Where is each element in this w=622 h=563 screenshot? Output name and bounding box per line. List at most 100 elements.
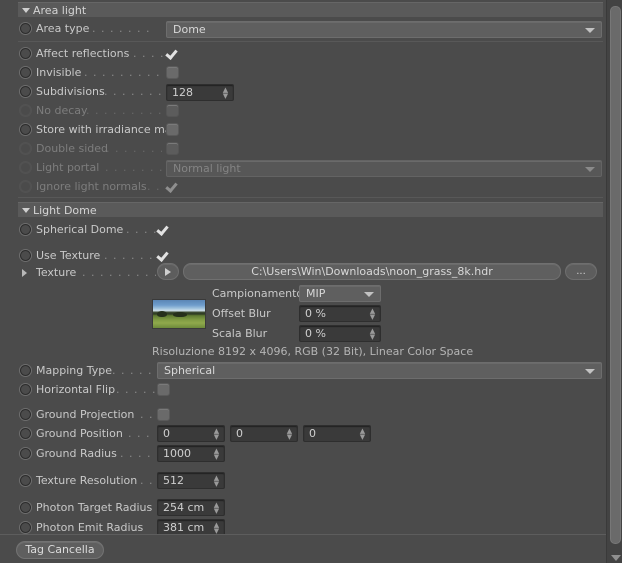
browse-label: ...	[576, 266, 586, 277]
dots-texture: . . . . . . . . . . . .	[82, 266, 156, 279]
input-ground-radius-value: 1000	[163, 447, 191, 460]
dots-double-sided: . . . . . . . . . .	[106, 142, 162, 155]
browse-texture-button[interactable]: ...	[565, 263, 597, 280]
checkbox-store-with-irradiance-map[interactable]	[166, 123, 179, 136]
spinner-ground-position-x[interactable]: ▲▼	[213, 428, 220, 441]
input-photon-target-radius[interactable]: 254 cm ▲▼	[157, 499, 225, 516]
spinner-ground-radius[interactable]: ▲▼	[213, 448, 220, 461]
row-campionamento: Campionamento MIP	[0, 284, 606, 303]
row-offset-blur: Offset Blur 0 % ▲▼	[0, 304, 606, 323]
label-area-type: Area type	[36, 22, 89, 35]
texture-resolution-info: Risoluzione 8192 x 4096, RGB (32 Bit), L…	[152, 345, 473, 358]
input-ground-position-y[interactable]: 0 ▲▼	[230, 425, 298, 442]
checkbox-use-texture[interactable]	[157, 249, 170, 262]
dropdown-light-portal-value: Normal light	[173, 162, 241, 175]
radio-ground-radius[interactable]	[20, 448, 31, 459]
input-texture-path[interactable]: C:\Users\Win\Downloads\noon_grass_8k.hdr	[183, 263, 561, 280]
row-no-decay: No decay . . . . . . . . . . . . .	[0, 101, 606, 120]
checkbox-horizontal-flip[interactable]	[157, 383, 170, 396]
tag-delete-button[interactable]: Tag Cancella	[16, 541, 104, 559]
group-header-area-light[interactable]: Area light	[18, 2, 603, 17]
tag-delete-label: Tag Cancella	[25, 543, 94, 556]
radio-spherical-dome[interactable]	[20, 224, 31, 235]
radio-mapping-type[interactable]	[20, 365, 31, 376]
input-scala-blur[interactable]: 0 % ▲▼	[299, 325, 381, 342]
radio-no-decay[interactable]	[20, 105, 31, 116]
radio-store-with-irradiance-map[interactable]	[20, 124, 31, 135]
chevron-down-icon	[585, 167, 595, 172]
spinner-ground-position-z[interactable]: ▲▼	[359, 428, 366, 441]
dropdown-light-portal[interactable]: Normal light	[166, 160, 602, 177]
spinner-subdivisions[interactable]: ▲▼	[222, 87, 229, 100]
radio-horizontal-flip[interactable]	[20, 384, 31, 395]
input-texture-resolution[interactable]: 512 ▲▼	[157, 472, 225, 489]
label-offset-blur: Offset Blur	[212, 307, 271, 320]
checkbox-ignore-light-normals[interactable]	[166, 180, 179, 193]
dropdown-campionamento[interactable]: MIP	[299, 285, 381, 302]
dots-area-type: . . . . . . . . . . . . .	[92, 22, 154, 35]
label-mapping-type: Mapping Type	[36, 364, 112, 377]
dropdown-mapping-type[interactable]: Spherical	[157, 362, 602, 379]
row-subdivisions: Subdivisions . . . . . . . . . . . 128 ▲…	[0, 82, 606, 101]
play-triangle-icon	[165, 268, 171, 276]
scrollbar-thumb[interactable]	[610, 6, 621, 544]
input-subdivisions-value: 128	[172, 86, 193, 99]
group-title-light-dome: Light Dome	[33, 204, 97, 217]
label-double-sided: Double sided	[36, 142, 108, 155]
label-texture-resolution: Texture Resolution	[36, 474, 137, 487]
texture-play-button[interactable]	[157, 263, 179, 280]
checkbox-ground-projection[interactable]	[157, 408, 170, 421]
vertical-scrollbar[interactable]	[606, 0, 622, 563]
dots-use-texture: . . . . . . . .	[104, 249, 156, 262]
group-title-area-light: Area light	[33, 4, 86, 17]
radio-ground-projection[interactable]	[20, 409, 31, 420]
checkbox-invisible[interactable]	[166, 66, 179, 79]
radio-invisible[interactable]	[20, 67, 31, 78]
expand-triangle-icon[interactable]	[22, 269, 27, 277]
row-texture-resolution: Texture Resolution . . 512 ▲▼	[0, 471, 606, 490]
row-spherical-dome: Spherical Dome . . . . .	[0, 220, 606, 239]
radio-affect-reflections[interactable]	[20, 48, 31, 59]
label-no-decay: No decay	[36, 104, 88, 117]
collapse-triangle-icon[interactable]	[22, 8, 30, 13]
radio-photon-emit-radius[interactable]	[20, 522, 31, 533]
input-ground-position-z-value: 0	[309, 427, 316, 440]
row-ground-projection: Ground Projection . .	[0, 405, 606, 424]
input-offset-blur[interactable]: 0 % ▲▼	[299, 305, 381, 322]
divider	[18, 197, 603, 198]
spinner-texture-resolution[interactable]: ▲▼	[213, 475, 220, 488]
row-photon-target-radius: Photon Target Radius 254 cm ▲▼	[0, 498, 606, 517]
spinner-ground-position-y[interactable]: ▲▼	[286, 428, 293, 441]
label-ground-projection: Ground Projection	[36, 408, 134, 421]
radio-subdivisions[interactable]	[20, 86, 31, 97]
input-ground-position-z[interactable]: 0 ▲▼	[303, 425, 371, 442]
dropdown-area-type[interactable]: Dome	[166, 21, 602, 38]
row-area-type: Area type . . . . . . . . . . . . . Dome	[0, 19, 606, 38]
input-ground-radius[interactable]: 1000 ▲▼	[157, 445, 225, 462]
group-header-light-dome[interactable]: Light Dome	[18, 202, 603, 217]
input-ground-position-x[interactable]: 0 ▲▼	[157, 425, 225, 442]
spinner-photon-target-radius[interactable]: ▲▼	[213, 502, 220, 515]
radio-light-portal[interactable]	[20, 162, 31, 173]
row-ignore-light-normals: Ignore light normals . . . . .	[0, 177, 606, 196]
label-affect-reflections: Affect reflections	[36, 47, 129, 60]
checkbox-affect-reflections[interactable]	[166, 47, 179, 60]
collapse-triangle-icon[interactable]	[22, 208, 30, 213]
radio-ground-position[interactable]	[20, 428, 31, 439]
radio-use-texture[interactable]	[20, 250, 31, 261]
footer-bar: Tag Cancella	[0, 534, 606, 563]
radio-photon-target-radius[interactable]	[20, 502, 31, 513]
label-ignore-light-normals: Ignore light normals	[36, 180, 147, 193]
radio-area-type[interactable]	[20, 23, 31, 34]
scroll-down-arrow-icon[interactable]	[611, 555, 621, 561]
input-subdivisions[interactable]: 128 ▲▼	[166, 84, 234, 101]
checkbox-no-decay[interactable]	[166, 104, 179, 117]
radio-ignore-light-normals[interactable]	[20, 181, 31, 192]
radio-texture-resolution[interactable]	[20, 475, 31, 486]
checkbox-spherical-dome[interactable]	[157, 223, 170, 236]
radio-double-sided[interactable]	[20, 143, 31, 154]
spinner-scala-blur[interactable]: ▲▼	[369, 328, 376, 341]
dots-ground-position: . . . .	[128, 427, 156, 440]
checkbox-double-sided[interactable]	[166, 142, 179, 155]
spinner-offset-blur[interactable]: ▲▼	[369, 308, 376, 321]
